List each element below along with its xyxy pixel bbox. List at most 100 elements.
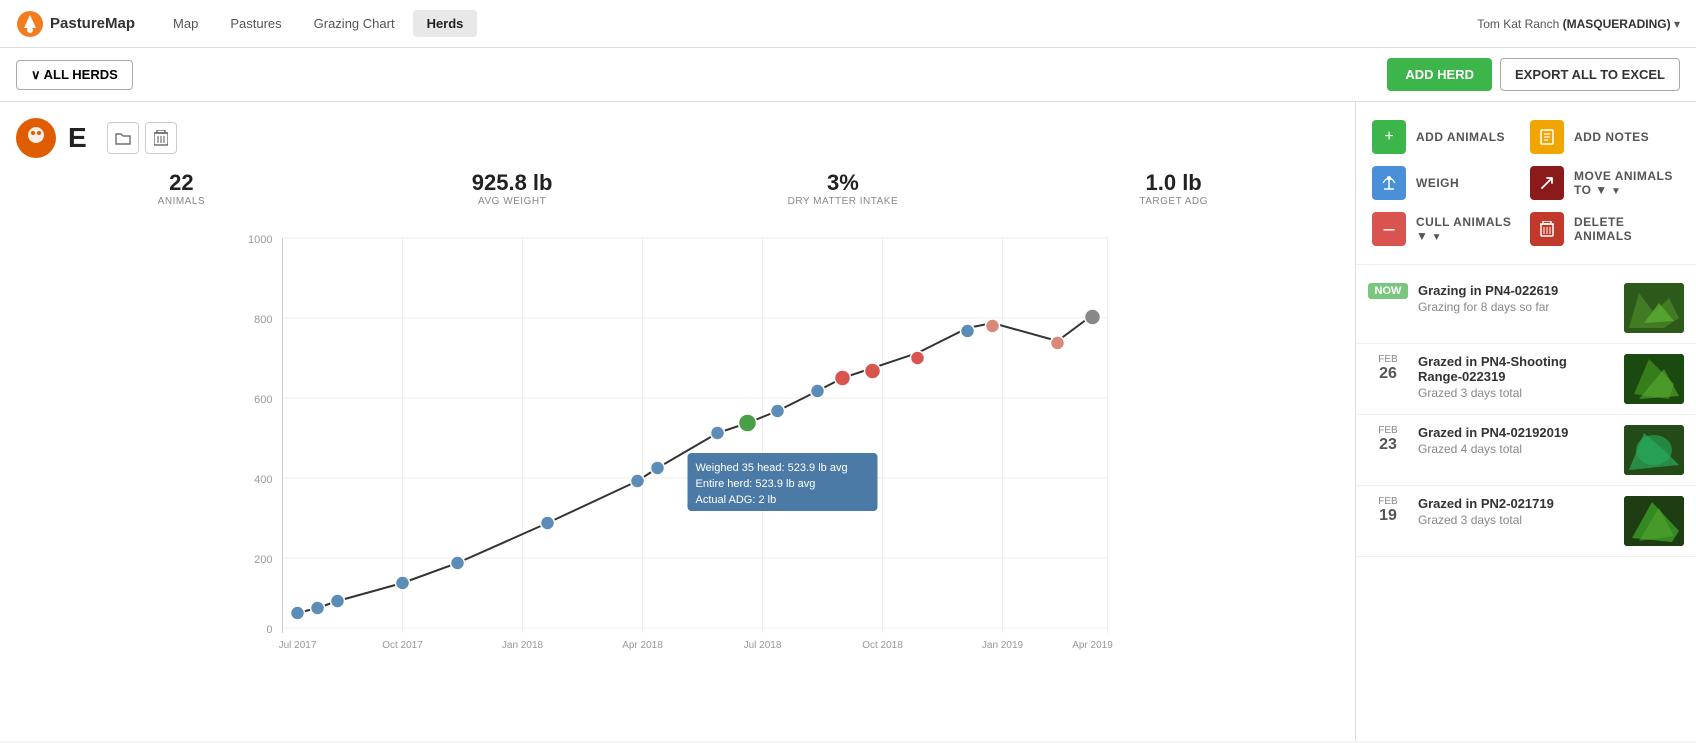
timeline: NOW Grazing in PN4-022619 Grazing for 8 … — [1356, 265, 1696, 741]
timeline-thumb-2 — [1624, 425, 1684, 475]
timeline-item: FEB 26 Grazed in PN4-Shooting Range-0223… — [1356, 344, 1696, 415]
export-button[interactable]: EXPORT ALL TO EXCEL — [1500, 58, 1680, 91]
pasture-map-0 — [1624, 283, 1684, 333]
user-name: Tom Kat Ranch — [1477, 17, 1559, 31]
add-animals-icon: + — [1372, 120, 1406, 154]
plus-icon: + — [1384, 128, 1393, 146]
timeline-sub-2: Grazed 4 days total — [1418, 442, 1614, 456]
timeline-date-2: FEB 23 — [1368, 425, 1408, 454]
delete-icon — [1540, 221, 1554, 237]
pasture-map-1 — [1624, 354, 1684, 404]
svg-text:Apr 2018: Apr 2018 — [622, 640, 663, 651]
move-animals-action[interactable]: MOVE ANIMALS TO ▼ — [1526, 160, 1684, 206]
folder-icon — [115, 130, 131, 146]
timeline-content-1: Grazed in PN4-Shooting Range-022319 Graz… — [1418, 354, 1614, 400]
stat-animals-label: ANIMALS — [16, 196, 347, 207]
nav-map[interactable]: Map — [159, 10, 212, 37]
stat-dmi: 3% DRY MATTER INTAKE — [678, 170, 1009, 207]
svg-text:Actual ADG: 2 lb: Actual ADG: 2 lb — [696, 494, 777, 506]
timeline-day-2: 23 — [1368, 436, 1408, 454]
svg-text:0: 0 — [266, 624, 272, 636]
stat-avg-weight-value: 925.8 lb — [347, 170, 678, 196]
svg-text:Apr 2019: Apr 2019 — [1072, 640, 1113, 651]
timeline-item: FEB 19 Grazed in PN2-021719 Grazed 3 day… — [1356, 486, 1696, 557]
move-icon — [1539, 175, 1555, 191]
chevron-down-icon: ▾ — [1674, 17, 1680, 31]
top-nav: PastureMap Map Pastures Grazing Chart He… — [0, 0, 1696, 48]
add-notes-icon — [1530, 120, 1564, 154]
timeline-day-3: 19 — [1368, 507, 1408, 525]
stat-avg-weight: 925.8 lb AVG WEIGHT — [347, 170, 678, 207]
stat-adg-value: 1.0 lb — [1008, 170, 1339, 196]
stat-dmi-value: 3% — [678, 170, 1009, 196]
weigh-icon — [1372, 166, 1406, 200]
left-panel: E — [0, 102, 1356, 741]
add-notes-action[interactable]: ADD NOTES — [1526, 114, 1684, 160]
svg-text:Jul 2018: Jul 2018 — [744, 640, 782, 651]
pasture-map-2 — [1624, 425, 1684, 475]
timeline-thumb-3 — [1624, 496, 1684, 546]
logo-icon — [16, 10, 44, 38]
scale-icon — [1381, 175, 1397, 191]
timeline-sub-3: Grazed 3 days total — [1418, 513, 1614, 527]
stat-animals: 22 ANIMALS — [16, 170, 347, 207]
main-content: E — [0, 102, 1696, 741]
svg-text:800: 800 — [254, 314, 272, 326]
svg-text:Oct 2017: Oct 2017 — [382, 640, 423, 651]
delete-animals-action[interactable]: DELETE ANIMALS — [1526, 206, 1684, 252]
logo[interactable]: PastureMap — [16, 10, 135, 38]
action-grid: + ADD ANIMALS ADD NOTES — [1356, 102, 1696, 265]
timeline-title-2: Grazed in PN4-02192019 — [1418, 425, 1614, 440]
stats-row: 22 ANIMALS 925.8 lb AVG WEIGHT 3% DRY MA… — [16, 170, 1339, 207]
timeline-content-2: Grazed in PN4-02192019 Grazed 4 days tot… — [1418, 425, 1614, 456]
timeline-sub-0: Grazing for 8 days so far — [1418, 300, 1614, 314]
timeline-content-0: Grazing in PN4-022619 Grazing for 8 days… — [1418, 283, 1614, 314]
svg-text:Weighed 35 head: 523.9 lb avg: Weighed 35 head: 523.9 lb avg — [696, 462, 848, 474]
add-animals-action[interactable]: + ADD ANIMALS — [1368, 114, 1526, 160]
svg-text:600: 600 — [254, 394, 272, 406]
delete-animals-icon — [1530, 212, 1564, 246]
timeline-sub-1: Grazed 3 days total — [1418, 386, 1614, 400]
delete-animals-label: DELETE ANIMALS — [1574, 215, 1680, 243]
herd-folder-button[interactable] — [107, 122, 139, 154]
herd-animal-icon — [23, 125, 49, 151]
timeline-day-1: 26 — [1368, 365, 1408, 383]
trash-icon — [154, 130, 168, 146]
minus-icon: – — [1383, 219, 1394, 239]
timeline-thumb-1 — [1624, 354, 1684, 404]
svg-text:400: 400 — [254, 474, 272, 486]
stat-animals-value: 22 — [16, 170, 347, 196]
nav-grazing-chart[interactable]: Grazing Chart — [300, 10, 409, 37]
svg-text:Jan 2018: Jan 2018 — [502, 640, 544, 651]
add-herd-button[interactable]: ADD HERD — [1387, 58, 1492, 91]
cull-animals-action[interactable]: – CULL ANIMALS ▼ — [1368, 206, 1526, 252]
stat-adg-label: TARGET ADG — [1008, 196, 1339, 207]
timeline-item: NOW Grazing in PN4-022619 Grazing for 8 … — [1356, 273, 1696, 344]
notes-icon — [1539, 129, 1555, 145]
timeline-month-3: FEB — [1368, 496, 1408, 507]
timeline-title-3: Grazed in PN2-021719 — [1418, 496, 1614, 511]
timeline-month-2: FEB — [1368, 425, 1408, 436]
cull-animals-icon: – — [1372, 212, 1406, 246]
user-info: Tom Kat Ranch (MASQUERADING) ▾ — [1477, 17, 1680, 31]
svg-text:1000: 1000 — [248, 234, 272, 246]
timeline-item: FEB 23 Grazed in PN4-02192019 Grazed 4 d… — [1356, 415, 1696, 486]
herd-icon — [16, 118, 56, 158]
weigh-action[interactable]: WEIGH — [1368, 160, 1526, 206]
nav-herds[interactable]: Herds — [413, 10, 478, 37]
logo-text: PastureMap — [50, 15, 135, 32]
nav-pastures[interactable]: Pastures — [216, 10, 295, 37]
timeline-thumb-0 — [1624, 283, 1684, 333]
all-herds-button[interactable]: ∨ ALL HERDS — [16, 60, 133, 90]
cull-animals-label: CULL ANIMALS ▼ — [1416, 215, 1522, 243]
pasture-map-3 — [1624, 496, 1684, 546]
chart-area: 1000 800 600 400 200 0 — [16, 223, 1339, 653]
move-animals-icon — [1530, 166, 1564, 200]
move-animals-label: MOVE ANIMALS TO ▼ — [1574, 169, 1680, 197]
weigh-label: WEIGH — [1416, 176, 1459, 190]
stat-avg-weight-label: AVG WEIGHT — [347, 196, 678, 207]
herd-delete-button[interactable] — [145, 122, 177, 154]
stat-dmi-label: DRY MATTER INTAKE — [678, 196, 1009, 207]
nav-links: Map Pastures Grazing Chart Herds — [159, 10, 1477, 37]
svg-text:200: 200 — [254, 554, 272, 566]
